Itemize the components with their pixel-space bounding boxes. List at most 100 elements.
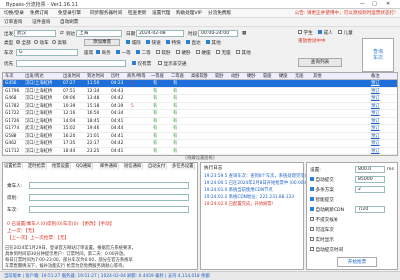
seat-softsleeper[interactable]: 软卧: [156, 50, 171, 56]
show-transit-check[interactable]: 显示非交通: [158, 61, 186, 67]
tab-left-2[interactable]: 抢票设置: [51, 163, 72, 170]
type-direct[interactable]: 直达: [186, 40, 201, 46]
menu-free[interactable]: 分流免费版: [208, 10, 231, 16]
tab-left-6[interactable]: 自动支付: [147, 163, 168, 170]
train-setting-input[interactable]: [29, 206, 189, 213]
col-train[interactable]: 车次: [5, 73, 14, 80]
menu-engine[interactable]: 免登录引擎: [58, 10, 81, 16]
book-link[interactable]: 预订: [371, 118, 380, 125]
add-passenger-button[interactable]: 添加乘客: [84, 39, 120, 46]
menu-vip[interactable]: 购助处理VIP: [176, 10, 202, 16]
opt-submit-time[interactable]: 自动提交时间: [310, 247, 343, 253]
priority-input[interactable]: [16, 60, 126, 67]
type-emu[interactable]: 动车: [34, 40, 49, 46]
menu-proxy[interactable]: 设置代理: [152, 10, 170, 16]
query-list-button[interactable]: 查询列表: [298, 58, 342, 67]
col-soft-seat[interactable]: 软座: [263, 73, 272, 80]
table-row[interactable]: G1774 武汉/上海虹桥 15:02 19:46 04:44 有 有 预订: [3, 125, 397, 133]
train-input[interactable]: G: [16, 49, 78, 56]
table-row[interactable]: G1782 汉口/上海虹桥 10:39 15:18 04:39 5 有 有 预订: [3, 103, 397, 110]
col-dw[interactable]: 动卧: [231, 73, 240, 80]
start-grab-button[interactable]: 开始抢票: [337, 257, 377, 267]
book-link[interactable]: 预订: [371, 148, 380, 155]
col-arrive[interactable]: 到达时间: [87, 73, 104, 80]
book-link[interactable]: 预订: [371, 110, 380, 117]
table-row[interactable]: G1722 汉口/上海虹桥 12:16 16:50 04:34 有 有 预订: [3, 110, 397, 118]
col-duration[interactable]: 历时: [111, 73, 120, 80]
col-note[interactable]: 备注: [371, 73, 380, 80]
book-link[interactable]: 预订: [371, 133, 380, 140]
tab-left-1[interactable]: 定时抢票: [27, 163, 48, 170]
col-other[interactable]: 其他: [313, 73, 322, 80]
date-input[interactable]: 2024-02-08: [136, 30, 184, 37]
opt-trains[interactable]: 可选车次: [310, 227, 334, 233]
col-soft[interactable]: 软卧: [215, 73, 224, 80]
book-link[interactable]: 预订: [371, 88, 380, 95]
menu-subscribe[interactable]: 免费订阅: [30, 10, 48, 16]
table-row[interactable]: G1712 汉口/上海虹桥 18:44 23:25 04:41 有 有 预订: [3, 148, 397, 155]
type-hsr[interactable]: 高铁: [52, 40, 67, 46]
seat-second[interactable]: 二等: [136, 50, 151, 56]
col-depart[interactable]: 出发时间: [63, 73, 80, 80]
opt-value-3[interactable]: 7/20: [355, 206, 385, 213]
tab-left-3[interactable]: QQ通知: [75, 163, 94, 170]
adult-check[interactable]: 成人: [318, 30, 333, 36]
col-station[interactable]: 出发/到达: [25, 73, 44, 80]
seat-hardsleeper[interactable]: 硬卧: [176, 50, 191, 56]
close-button[interactable]: ✕: [386, 1, 390, 7]
only-available-check[interactable]: 仅有票: [132, 61, 151, 67]
tab-left-7[interactable]: 多任务设置: [171, 163, 196, 170]
calendar-icon[interactable]: ▦: [242, 31, 246, 36]
interval-input[interactable]: 800.0: [355, 166, 385, 173]
tab-left-4[interactable]: 邮件通知: [99, 163, 120, 170]
col-no-seat[interactable]: 无座: [295, 73, 304, 80]
time-input[interactable]: 00:00-24:00: [198, 30, 238, 37]
col-second[interactable]: 二等座: [171, 73, 184, 80]
book-link[interactable]: 预订: [371, 125, 380, 132]
col-adv-soft[interactable]: 高级软卧: [191, 73, 208, 80]
child-check[interactable]: 儿童: [338, 30, 353, 36]
type-all[interactable]: 全部: [16, 40, 31, 46]
tab-left-5[interactable]: 短信通知: [123, 163, 144, 170]
maximize-button[interactable]: □: [372, 1, 377, 7]
to-input[interactable]: 上海: [76, 30, 122, 37]
toolbar-id-query[interactable]: 证件查询: [32, 19, 50, 25]
opt-realtime[interactable]: 实时显示: [310, 237, 334, 243]
book-link[interactable]: 预订: [371, 95, 380, 102]
opt-value-2[interactable]: 2: [355, 186, 385, 193]
table-row[interactable]: G1796 汉口/上海虹桥 07:51 12:34 04:43 有 有 预订: [3, 88, 397, 95]
opt-auto-submit[interactable]: 自动提交: [310, 177, 334, 183]
toolbar-auto[interactable]: 自动刷票: [60, 19, 78, 25]
passenger-input[interactable]: [29, 182, 189, 189]
book-link[interactable]: 预订: [371, 140, 380, 147]
opt-cdn[interactable]: 自动刷新CDN: [310, 207, 344, 213]
opt-no-waitlist[interactable]: 不提交候补: [310, 217, 338, 223]
toolbar-order-query[interactable]: 订单查询: [4, 19, 22, 25]
minimize-button[interactable]: —: [360, 1, 365, 7]
seat-first[interactable]: 一等: [116, 50, 131, 56]
opt-smart[interactable]: 智能提交: [310, 197, 334, 203]
tab-left-0[interactable]: 设置抢票: [3, 163, 24, 170]
col-business[interactable]: 商务/特等: [127, 73, 146, 80]
type-intercity[interactable]: 城际: [126, 40, 141, 46]
table-row[interactable]: G1726 汉口/上海虹桥 14:04 18:45 04:41 有 有 预订: [3, 118, 397, 125]
type-other[interactable]: 其他: [206, 40, 221, 46]
opt-value-1[interactable]: 85000: [355, 176, 385, 183]
col-first[interactable]: 一等座: [151, 73, 164, 80]
seat-other[interactable]: 其他: [236, 50, 251, 56]
menu-sync-time[interactable]: 同步服务器时间: [90, 10, 122, 16]
seat-business[interactable]: 商务: [96, 50, 111, 56]
book-link[interactable]: 预订: [371, 103, 380, 110]
seat-setting-input[interactable]: [29, 194, 189, 201]
seat-none[interactable]: 无座: [216, 50, 231, 56]
table-row[interactable]: G588 汉口/上海虹桥 16:20 21:01 04:41 有 有 预订: [3, 133, 397, 140]
from-input[interactable]: 武汉: [14, 30, 56, 37]
query-train-button[interactable]: 查询 车次: [362, 38, 394, 72]
seat-hard[interactable]: 硬座: [196, 50, 211, 56]
student-check[interactable]: 学生: [298, 30, 313, 36]
type-express[interactable]: 特快: [166, 40, 181, 46]
type-fast[interactable]: 快速: [146, 40, 161, 46]
menu-update[interactable]: 检查更新: [128, 10, 146, 16]
table-row[interactable]: G468 汉口/上海虹桥 09:06 13:48 04:42 有 有 预订: [3, 95, 397, 103]
swap-icon[interactable]: ⇄: [60, 31, 64, 36]
